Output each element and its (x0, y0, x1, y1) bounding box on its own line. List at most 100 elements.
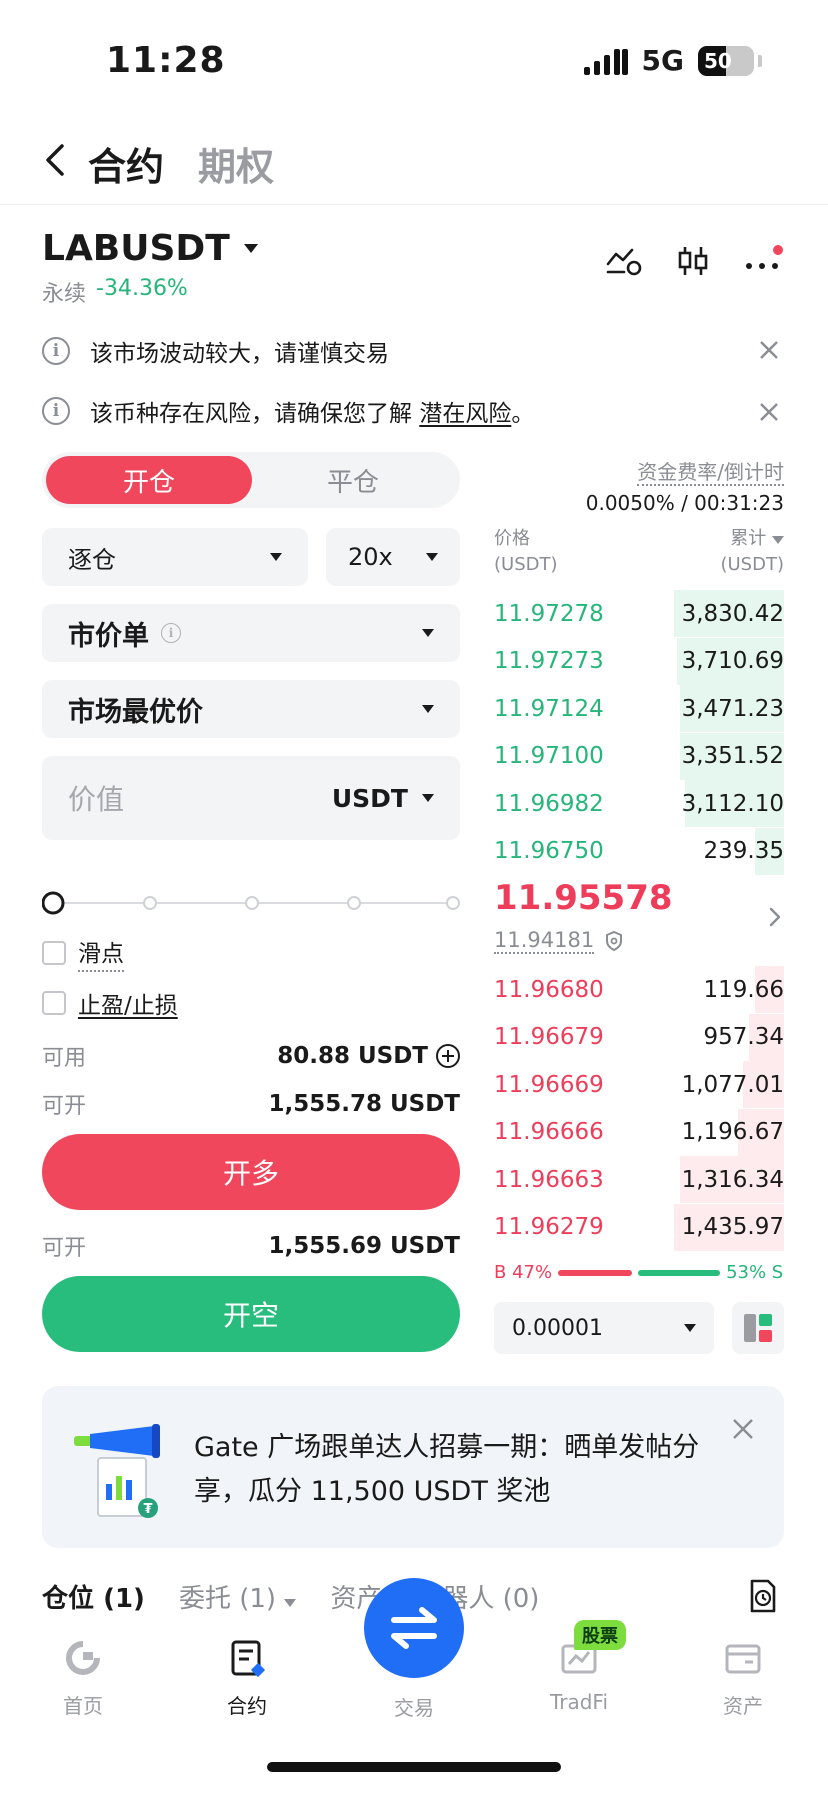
wallet-icon (725, 1644, 761, 1674)
home-indicator (267, 1762, 561, 1772)
precision-value: 0.00001 (512, 1315, 603, 1341)
total-column-header[interactable]: 累计 (USDT) (720, 526, 784, 578)
risk-link[interactable]: 潜在风险 (419, 401, 511, 427)
order-type-select[interactable]: 市价单 i (42, 604, 460, 662)
value-unit-select[interactable]: USDT (332, 784, 434, 813)
promo-banner[interactable]: ₮ Gate 广场跟单达人招募一期：晒单发帖分享，瓜分 11,500 USDT … (42, 1386, 784, 1548)
orderbook-row[interactable]: 11.97278 3,830.42 (494, 590, 784, 637)
orderbook-total: 119.66 (703, 976, 784, 1003)
amount-slider[interactable] (42, 890, 462, 916)
notice-text: 该币种存在风险，请确保您了解 潜在风险。 (90, 394, 534, 428)
order-type-value: 市价单 (68, 620, 149, 652)
header-divider (0, 204, 828, 205)
orderbook-price: 11.96750 (494, 838, 604, 864)
orderbook-total: 3,710.69 (681, 648, 784, 674)
orderbook-total: 3,830.42 (681, 600, 784, 627)
price-change: -34.36% (96, 276, 188, 301)
leverage-select[interactable]: 20x (326, 528, 460, 586)
open-short-button[interactable]: 开空 (42, 1276, 460, 1352)
chevron-right-icon[interactable] (768, 906, 782, 928)
battery-level: 50 (704, 48, 732, 73)
back-icon[interactable] (42, 140, 68, 180)
nav-trade[interactable]: 交易 (359, 1692, 469, 1721)
funding-rate[interactable]: 资金费率/倒计时 0.0050% / 00:31:23 (586, 456, 784, 515)
orderbook-header: 价格 (USDT) 累计 (USDT) (494, 526, 784, 578)
more-menu-icon[interactable] (744, 244, 784, 278)
candlestick-chart-icon[interactable] (676, 244, 710, 278)
orderbook-layout-icon[interactable] (732, 1302, 784, 1354)
nav-assets[interactable]: 资产 (688, 1638, 798, 1719)
tab-positions-count: (1) (103, 1584, 145, 1614)
slippage-label: 滑点 (78, 934, 124, 972)
chevron-down-icon (422, 705, 434, 713)
orderbook-price: 11.96279 (494, 1214, 604, 1240)
nav-tradfi-label: TradFi (549, 1690, 609, 1714)
orderbook-row[interactable]: 11.96680 119.66 (494, 966, 784, 1013)
info-icon[interactable]: i (161, 623, 181, 643)
notice-risk: i 该币种存在风险，请确保您了解 潜在风险。 (42, 394, 534, 428)
buy-ratio-bar (558, 1269, 633, 1276)
open-long-button[interactable]: 开多 (42, 1134, 460, 1210)
tpsl-option[interactable]: 止盈/止损 (42, 986, 178, 1020)
tab-close-position[interactable]: 平仓 (250, 456, 456, 504)
orderbook-row[interactable]: 11.96666 1,196.67 (494, 1108, 784, 1156)
orderbook-row[interactable]: 11.96663 1,316.34 (494, 1156, 784, 1203)
nav-trade-button[interactable] (364, 1578, 464, 1678)
info-icon: i (42, 337, 70, 365)
value-input[interactable]: 价值 USDT (42, 756, 460, 840)
funding-label: 资金费率/倒计时 (637, 460, 784, 486)
sell-ratio-bar (638, 1269, 721, 1276)
chevron-down-icon (422, 629, 434, 637)
available-row: 可用 80.88 USDT (42, 1040, 460, 1072)
notice-volatility: i 该市场波动较大，请谨慎交易 (42, 334, 389, 368)
orderbook-price: 11.97273 (494, 648, 604, 674)
slippage-checkbox[interactable] (42, 941, 66, 965)
mark-price: 11.94181 (494, 928, 595, 954)
available-value: 80.88 USDT (277, 1043, 428, 1069)
orderbook-total: 1,196.67 (681, 1119, 784, 1145)
tpsl-checkbox[interactable] (42, 991, 66, 1015)
orderbook-row[interactable]: 11.96279 1,435.97 (494, 1203, 784, 1251)
slippage-option[interactable]: 滑点 (42, 934, 124, 972)
orderbook-row[interactable]: 11.96679 957.34 (494, 1013, 784, 1061)
nav-futures[interactable]: 合约 (192, 1638, 302, 1719)
orderbook-price: 11.96680 (494, 976, 604, 1003)
tab-positions-label: 仓位 (42, 1584, 95, 1614)
orderbook-price: 11.96669 (494, 1071, 604, 1098)
tab-futures[interactable]: 合约 (88, 136, 164, 191)
orderbook-total: 1,316.34 (681, 1166, 784, 1193)
tab-orders[interactable]: 委托 (1) (178, 1578, 297, 1615)
tab-open-position[interactable]: 开仓 (46, 456, 252, 504)
open-close-toggle: 开仓 平仓 (42, 452, 460, 508)
buy-ratio: B 47% (494, 1262, 553, 1283)
nav-home[interactable]: 首页 (28, 1638, 138, 1719)
price-type-select[interactable]: 市场最优价 (42, 680, 460, 738)
max-short-value: 1,555.69 USDT (268, 1233, 460, 1259)
orderbook-price: 11.97278 (494, 600, 604, 627)
chevron-down-icon (426, 553, 438, 561)
close-icon[interactable] (758, 401, 780, 423)
close-icon[interactable] (732, 1418, 754, 1440)
orderbook-row[interactable]: 11.96750 239.35 (494, 827, 784, 875)
mark-price-row: 11.94181 (494, 928, 624, 954)
tab-positions[interactable]: 仓位 (1) (42, 1578, 145, 1615)
contract-type: 永续 (42, 282, 87, 307)
price-alert-icon[interactable] (606, 246, 642, 276)
margin-mode-select[interactable]: 逐仓 (42, 528, 308, 586)
close-icon[interactable] (758, 339, 780, 361)
orderbook-row[interactable]: 11.96669 1,077.01 (494, 1061, 784, 1108)
promo-text: Gate 广场跟单达人招募一期：晒单发帖分享，瓜分 11,500 USDT 奖池 (194, 1432, 700, 1507)
symbol-selector[interactable]: LABUSDT (42, 228, 258, 269)
orderbook-row[interactable]: 11.96982 3,112.10 (494, 780, 784, 827)
history-icon[interactable] (746, 1578, 778, 1614)
tab-orders-label: 委托 (178, 1584, 231, 1614)
orderbook-row[interactable]: 11.97273 3,710.69 (494, 637, 784, 685)
symbol-actions (606, 244, 784, 278)
position-tabs: 仓位 (1) 委托 (1) 资产 机器人 (0) (42, 1578, 539, 1615)
chevron-down-icon (243, 244, 258, 253)
precision-select[interactable]: 0.00001 (494, 1302, 714, 1354)
add-funds-icon[interactable] (436, 1044, 460, 1068)
tab-options[interactable]: 期权 (198, 136, 274, 191)
orderbook-row[interactable]: 11.97100 3,351.52 (494, 732, 784, 780)
orderbook-row[interactable]: 11.97124 3,471.23 (494, 685, 784, 732)
